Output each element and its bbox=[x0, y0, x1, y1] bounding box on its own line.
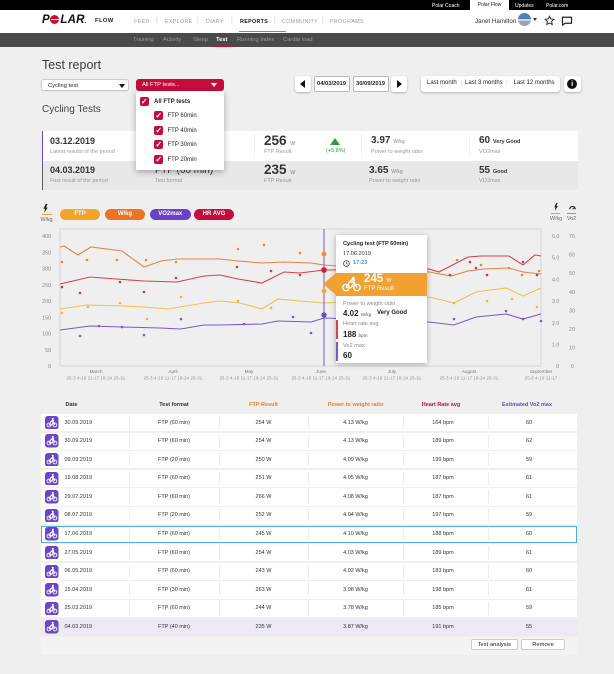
svg-text:60: 60 bbox=[569, 253, 575, 259]
svg-text:1.0: 1.0 bbox=[552, 343, 559, 349]
svg-text:40: 40 bbox=[569, 290, 575, 296]
svg-text:0: 0 bbox=[571, 364, 574, 370]
svg-text:25-3 4-10 11-17 18-24 25-31: 25-3 4-10 11-17 18-24 25-31 bbox=[440, 376, 499, 381]
svg-text:100: 100 bbox=[42, 332, 51, 338]
svg-text:300: 300 bbox=[42, 267, 51, 273]
svg-text:50: 50 bbox=[569, 271, 575, 277]
svg-text:50: 50 bbox=[45, 348, 51, 354]
svg-text:25-3 4-10 11-17 18-24 25-31: 25-3 4-10 11-17 18-24 25-31 bbox=[67, 376, 126, 381]
svg-text:0: 0 bbox=[556, 364, 559, 370]
svg-text:2.0: 2.0 bbox=[552, 321, 559, 327]
svg-text:30: 30 bbox=[569, 308, 575, 314]
svg-text:March: March bbox=[90, 369, 103, 374]
svg-text:25-3 4-10 11-17 18-24 25-31: 25-3 4-10 11-17 18-24 25-31 bbox=[292, 376, 351, 381]
svg-text:5.0: 5.0 bbox=[552, 256, 559, 262]
svg-text:350: 350 bbox=[42, 250, 51, 256]
svg-text:4.0: 4.0 bbox=[552, 277, 559, 283]
svg-text:20: 20 bbox=[569, 327, 575, 333]
svg-text:25-3 4-10 11-17 18-24 25-31: 25-3 4-10 11-17 18-24 25-31 bbox=[363, 376, 422, 381]
svg-text:0: 0 bbox=[48, 364, 51, 370]
svg-text:June: June bbox=[316, 369, 326, 374]
svg-text:250: 250 bbox=[42, 283, 51, 289]
svg-text:200: 200 bbox=[42, 299, 51, 305]
svg-text:May: May bbox=[245, 369, 254, 374]
svg-text:10: 10 bbox=[569, 346, 575, 352]
svg-text:150: 150 bbox=[42, 315, 51, 321]
svg-text:25-3 4-10 11-17: 25-3 4-10 11-17 bbox=[525, 376, 558, 381]
svg-text:25-3 4-10 11-17 18-24 25-31: 25-3 4-10 11-17 18-24 25-31 bbox=[144, 376, 203, 381]
svg-text:3.0: 3.0 bbox=[552, 299, 559, 305]
svg-text:August: August bbox=[462, 369, 477, 374]
svg-text:July: July bbox=[388, 369, 397, 374]
svg-text:6.0: 6.0 bbox=[552, 234, 559, 240]
svg-text:25-3 4-10 11-17 18-24 25-31: 25-3 4-10 11-17 18-24 25-31 bbox=[220, 376, 279, 381]
svg-text:70: 70 bbox=[569, 234, 575, 240]
svg-text:September: September bbox=[530, 369, 553, 374]
svg-text:April: April bbox=[168, 369, 177, 374]
svg-text:400: 400 bbox=[42, 234, 51, 240]
